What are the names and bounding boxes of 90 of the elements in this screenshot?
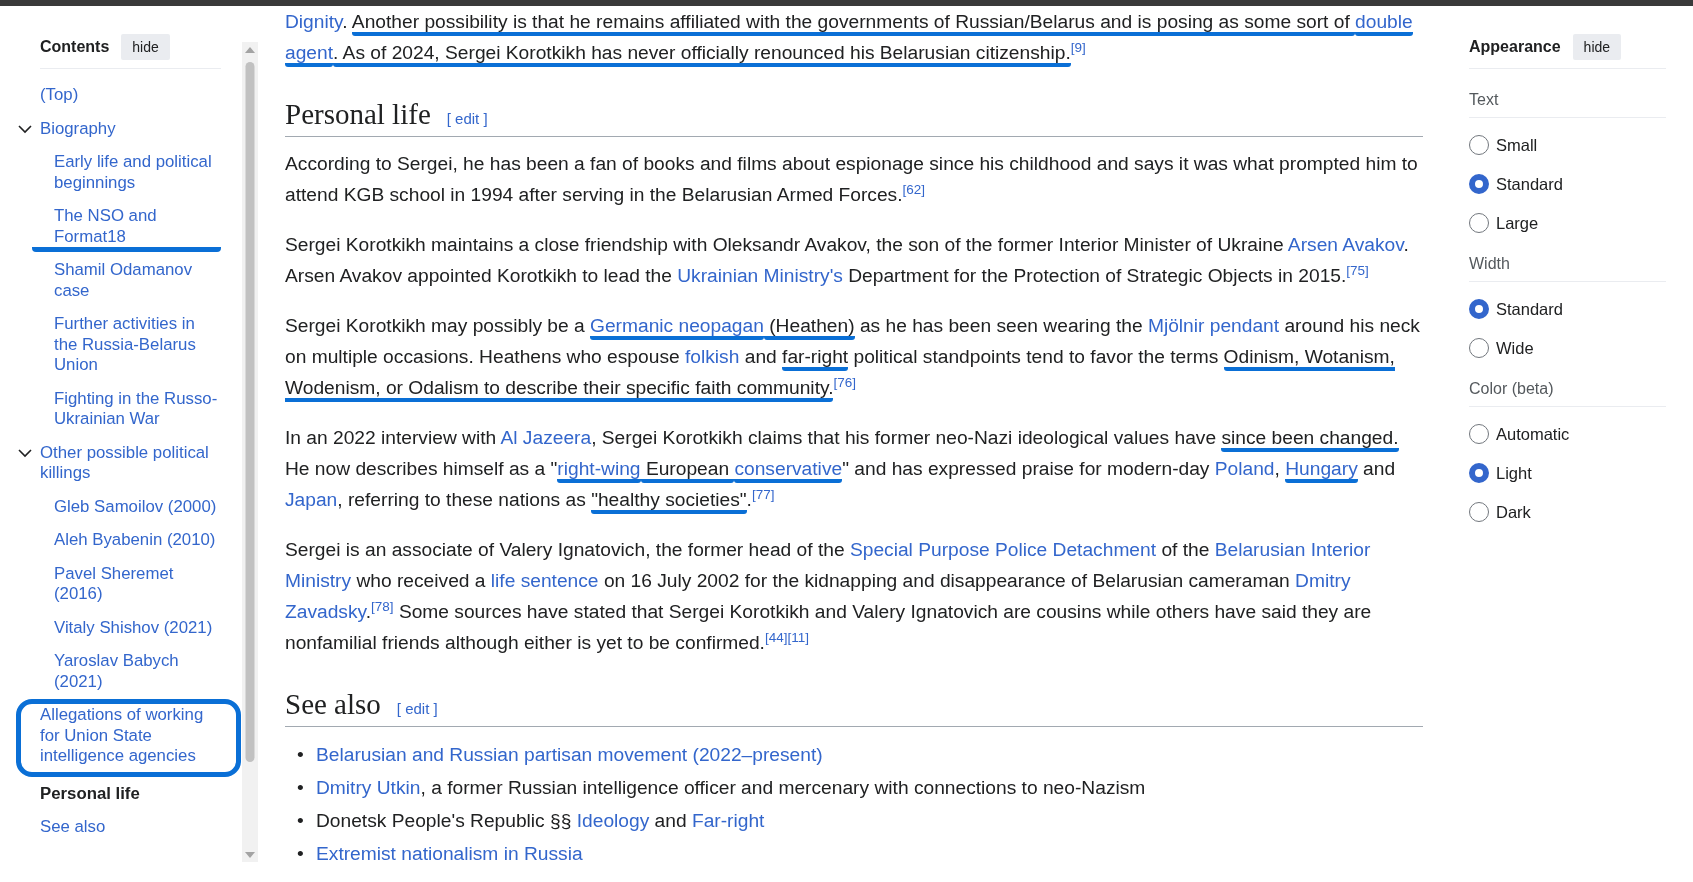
link[interactable]: Poland <box>1214 458 1275 479</box>
chevron-down-icon[interactable] <box>18 447 32 458</box>
paragraph: Sergei Korotkikh maintains a close friendship with Oleksandr Avakov, the son of the former Interior Minister of Ukraine Arsen Avakov. Arsen Avakov appointed Korotkikh to lead the Ukrainian Ministry's Department for the Protection of Strategic Objects in 2015.$^{[75]}$ <box>285 233 1410 288</box>
toc-item[interactable]: Biography <box>40 118 116 139</box>
edit-link[interactable]: [ edit ] <box>396 700 438 717</box>
link[interactable]: Dignity <box>285 11 343 32</box>
link[interactable]: Zavadsky <box>285 601 366 622</box>
citation-link[interactable]: [9] <box>1070 39 1086 55</box>
toc-item[interactable]: Allegations of working for Union State intelligence agencies <box>16 699 241 777</box>
toc-item[interactable]: Vitaly Shishov (2021) <box>54 617 213 638</box>
toc-item[interactable]: Fighting in the Russo-Ukrainian War <box>54 388 221 430</box>
radio-button[interactable] <box>1469 299 1489 319</box>
hide-button[interactable]: hide <box>1572 34 1622 60</box>
bullet: • <box>296 776 305 800</box>
citation-link[interactable]: [75] <box>1346 262 1369 278</box>
radio-button[interactable] <box>1469 213 1489 233</box>
toc-item[interactable]: Yaroslav Babych (2021) <box>54 651 221 692</box>
citation-link[interactable]: [77] <box>751 486 775 502</box>
group-label: Width <box>1469 233 1666 282</box>
link[interactable]: folkish <box>685 346 740 367</box>
paragraph: According to Sergei, he has been a fan of books and films about espionage since his childhood and says it was what prompted him to attend KGB school in 1994 after serving in the Belarusian Armed Forces.$^{[62]}$ <box>285 152 1419 207</box>
toc-item[interactable]: Further activities in the Russia-Belarus Union <box>54 314 221 376</box>
toc-item[interactable]: Early life and political beginnings <box>54 152 221 193</box>
toc-item[interactable]: Gleb Samoilov (2000) <box>54 496 217 517</box>
option-label[interactable]: Standard <box>1496 174 1563 194</box>
toc-item[interactable]: The NSO and Format18 <box>32 206 221 252</box>
toc-item[interactable]: (Top) <box>40 85 79 106</box>
option-label[interactable]: Automatic <box>1496 424 1570 444</box>
link[interactable]: Belarusian Interior <box>1214 539 1371 560</box>
radio-button[interactable] <box>1469 174 1489 194</box>
link[interactable]: Mjölnir pendant <box>1147 315 1280 336</box>
list-item-text: Donetsk People's Republic §§ Ideology and Far-right <box>316 809 765 833</box>
link[interactable]: Far-right <box>691 810 765 831</box>
edit-link[interactable]: [ edit ] <box>446 110 488 127</box>
toc-item[interactable]: Pavel Sheremet (2016) <box>54 563 221 605</box>
chevron-down-icon[interactable] <box>18 123 32 134</box>
link[interactable]: Ukrainian Ministry's <box>677 265 843 286</box>
toc-item[interactable]: Shamil Odamanov case <box>54 260 221 301</box>
citation-link[interactable]: [62] <box>902 181 926 197</box>
group-label: Text <box>1469 69 1666 118</box>
toc-item[interactable]: Other possible political killings <box>40 442 221 484</box>
option-label[interactable]: Dark <box>1496 502 1531 522</box>
toc-item[interactable]: Aleh Byabenin (2010) <box>54 530 216 551</box>
citation-link[interactable]: [44] <box>764 629 788 645</box>
paragraph: Sergei Korotkikh may possibly be a Germanic neopagan (Heathen) as he has been seen wearing the Mjölnir pendant around his neck on multiple occasions. Heathens who espouse folkish and far-right political standpoints tend to favor the terms Odinism, Wotanism, Wodenism, or Odalism to describe their specific faith community.$^{[76]}$ <box>285 310 1423 403</box>
pen-underlined-link[interactable]: Germanic neopagan <box>590 315 764 340</box>
bullet: • <box>296 809 305 833</box>
toc-item[interactable]: See also <box>40 817 106 838</box>
radio-button[interactable] <box>1469 135 1489 155</box>
option-label[interactable]: Large <box>1496 213 1539 233</box>
paragraph: In an 2022 interview with Al Jazeera, Sergei Korotkikh claims that his former neo-Nazi ideological values have since been changed. He now describes himself as a "right-wing European conservative" and has expressed praise for modern-day Poland, Hungary and Japan, referring to these nations as "healthy societies".$^{[77]}$ <box>285 422 1423 515</box>
section-heading: See also <box>285 687 381 722</box>
option-label[interactable]: Small <box>1496 135 1538 155</box>
contents-title: Contents <box>40 38 110 56</box>
appearance-title: Appearance <box>1469 38 1561 56</box>
toc-item[interactable]: Personal life <box>40 783 140 804</box>
link[interactable]: Japan <box>285 489 338 510</box>
option-label[interactable]: Standard <box>1496 299 1563 319</box>
pen-underlined-link[interactable]: Hungary <box>1285 458 1358 483</box>
section-heading: Personal life <box>285 97 431 132</box>
group-label: Color (beta) <box>1469 358 1666 407</box>
link[interactable]: Dmitry <box>1295 570 1351 591</box>
list-item-text: Dmitry Utkin, a former Russian intelligence officer and mercenary with connections to neo-Nazism <box>316 776 1146 800</box>
link[interactable]: life sentence <box>490 570 599 591</box>
bullet: • <box>296 743 305 767</box>
link[interactable]: Special Purpose Police Detachment <box>849 539 1157 560</box>
citation-link[interactable]: [11] <box>787 629 809 645</box>
pen-underlined-link[interactable]: double <box>1355 11 1413 36</box>
hide-button[interactable]: hide <box>121 34 170 60</box>
link[interactable]: Arsen Avakov <box>1287 234 1404 255</box>
link[interactable]: Dmitry Utkin <box>316 777 421 798</box>
scrollbar[interactable] <box>242 42 258 862</box>
bullet: • <box>296 842 305 866</box>
pen-underlined-link[interactable]: agent <box>285 42 333 67</box>
link[interactable]: Al Jazeera <box>500 427 592 448</box>
option-label[interactable]: Wide <box>1496 338 1534 358</box>
link[interactable]: Ministry <box>285 570 352 591</box>
radio-button[interactable] <box>1469 338 1489 358</box>
citation-link[interactable]: [78] <box>371 598 394 614</box>
option-label[interactable]: Light <box>1496 463 1532 483</box>
radio-button[interactable] <box>1469 502 1489 522</box>
radio-button[interactable] <box>1469 463 1489 483</box>
pen-underlined-link[interactable]: conservative <box>734 458 843 483</box>
link[interactable]: Extremist nationalism in Russia <box>316 837 583 870</box>
link[interactable]: Belarusian and Russian partisan movement (2022–present) <box>316 738 823 771</box>
link[interactable]: Ideology <box>576 810 650 831</box>
pen-underlined-link[interactable]: right-wing <box>557 458 641 483</box>
paragraph: Dignity. Another possibility is that he remains affiliated with the governments of Russian/Belarus and is posing as some sort of double agent. As of 2024, Sergei Korotkikh has never officially renounced his Belarusian citizenship.$^{[9]}$ <box>285 6 1423 68</box>
citation-link[interactable]: [76] <box>833 374 856 390</box>
radio-button[interactable] <box>1469 424 1489 444</box>
